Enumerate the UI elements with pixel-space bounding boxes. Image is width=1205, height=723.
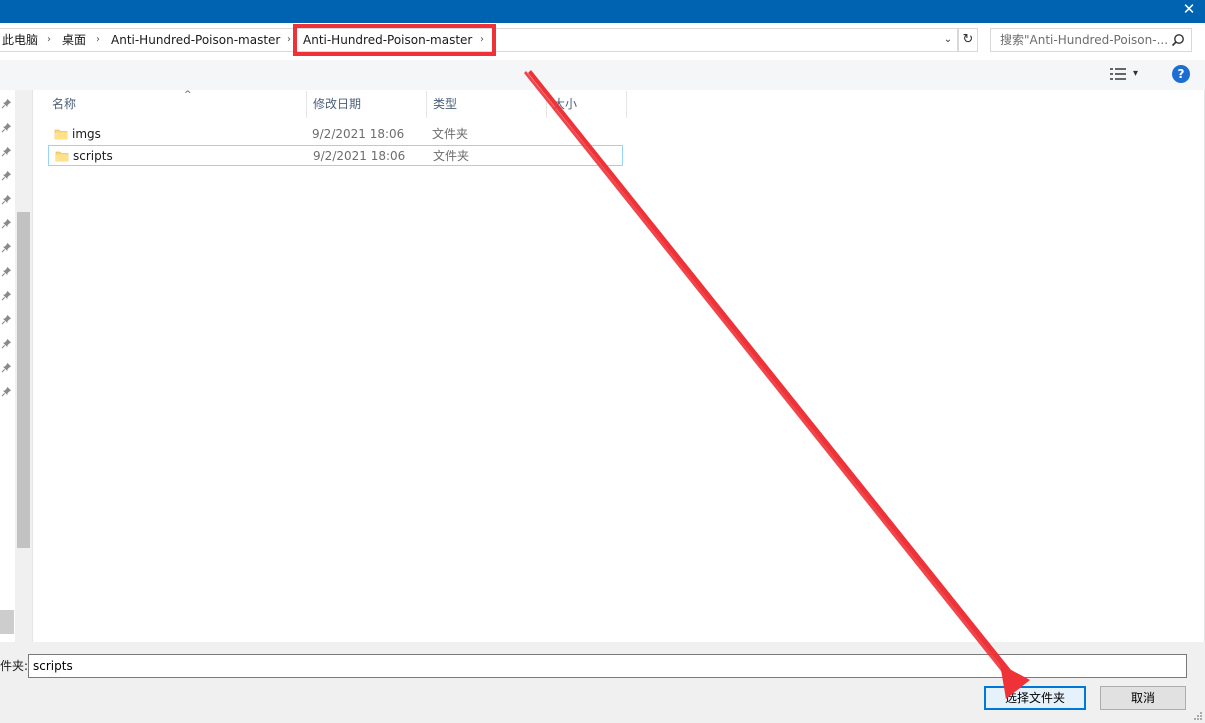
title-bar: ✕ [0, 0, 1205, 23]
folder-icon [54, 129, 68, 140]
pin-icon[interactable] [1, 338, 13, 350]
help-icon[interactable]: ? [1172, 65, 1190, 83]
cancel-button[interactable]: 取消 [1100, 686, 1186, 710]
pin-icon[interactable] [1, 362, 13, 374]
folder-name-input[interactable]: scripts [28, 654, 1187, 678]
pin-icon[interactable] [1, 266, 13, 278]
nav-item-partial[interactable] [0, 610, 14, 634]
search-input[interactable]: 搜索"Anti-Hundred-Poison-... [990, 28, 1192, 52]
details-view-icon[interactable] [1109, 67, 1127, 81]
file-list: 名称 ^ 修改日期 类型 大小 imgs 9/2/2021 18:06 文件夹 scr… [34, 90, 1205, 642]
crumb-parent-folder[interactable]: Anti-Hundred-Poison-master [111, 29, 280, 51]
sort-ascending-icon: ^ [184, 90, 192, 100]
crumb-separator-icon[interactable]: › [287, 29, 291, 51]
pin-icon[interactable] [1, 290, 13, 302]
column-header-modified[interactable]: 修改日期 [307, 91, 427, 118]
file-row[interactable]: imgs 9/2/2021 18:06 文件夹 [48, 124, 623, 145]
search-placeholder: 搜索"Anti-Hundred-Poison-... [1000, 33, 1168, 47]
refresh-button[interactable]: ↻ [958, 28, 978, 52]
current-folder-highlight [293, 24, 496, 56]
pin-icon[interactable] [1, 146, 13, 158]
crumb-desktop[interactable]: 桌面 [62, 29, 86, 51]
folder-field-label: 件夹: [0, 659, 29, 673]
dialog-footer: 件夹: scripts 选择文件夹 取消 [0, 642, 1205, 723]
file-row[interactable]: scripts 9/2/2021 18:06 文件夹 [48, 145, 623, 166]
crumb-separator-icon[interactable]: › [47, 29, 51, 51]
folder-icon [55, 151, 69, 162]
pin-icon[interactable] [1, 386, 13, 398]
crumb-separator-icon[interactable]: › [96, 29, 100, 51]
pin-icon[interactable] [1, 314, 13, 326]
file-modified: 9/2/2021 18:06 [312, 127, 405, 141]
search-icon[interactable] [1171, 33, 1185, 47]
file-modified: 9/2/2021 18:06 [313, 149, 406, 163]
pin-icon[interactable] [1, 122, 13, 134]
pin-icon[interactable] [1, 194, 13, 206]
address-row: 此电脑 › 桌面 › Anti-Hundred-Poison-master › … [0, 23, 1205, 60]
address-history-dropdown-icon[interactable]: ⌄ [940, 29, 956, 51]
close-icon[interactable]: ✕ [1179, 0, 1199, 20]
nav-scrollbar-thumb[interactable] [17, 212, 30, 548]
column-header-name-label: 名称 [52, 97, 77, 111]
select-folder-button[interactable]: 选择文件夹 [984, 686, 1086, 710]
folder-picker-dialog: ✕ 此电脑 › 桌面 › Anti-Hundred-Poison-master … [0, 0, 1205, 723]
file-type: 文件夹 [432, 127, 469, 141]
file-name: scripts [73, 149, 113, 163]
pin-icon[interactable] [1, 170, 13, 182]
crumb-this-pc[interactable]: 此电脑 [2, 29, 38, 51]
file-type: 文件夹 [433, 149, 470, 163]
column-header-name[interactable]: 名称 ^ [46, 90, 307, 118]
file-name: imgs [72, 127, 101, 141]
navigation-pane [0, 90, 33, 642]
resize-grip-icon[interactable] [1193, 711, 1203, 721]
column-header-type[interactable]: 类型 [427, 91, 547, 118]
nav-scrollbar[interactable] [15, 90, 32, 642]
pin-icon[interactable] [1, 242, 13, 254]
toolbar: ▾ ? [0, 60, 1205, 90]
pin-icon[interactable] [1, 98, 13, 110]
pin-icon[interactable] [1, 218, 13, 230]
column-header-size[interactable]: 大小 [547, 91, 627, 118]
view-options-dropdown-icon[interactable]: ▾ [1133, 66, 1138, 82]
